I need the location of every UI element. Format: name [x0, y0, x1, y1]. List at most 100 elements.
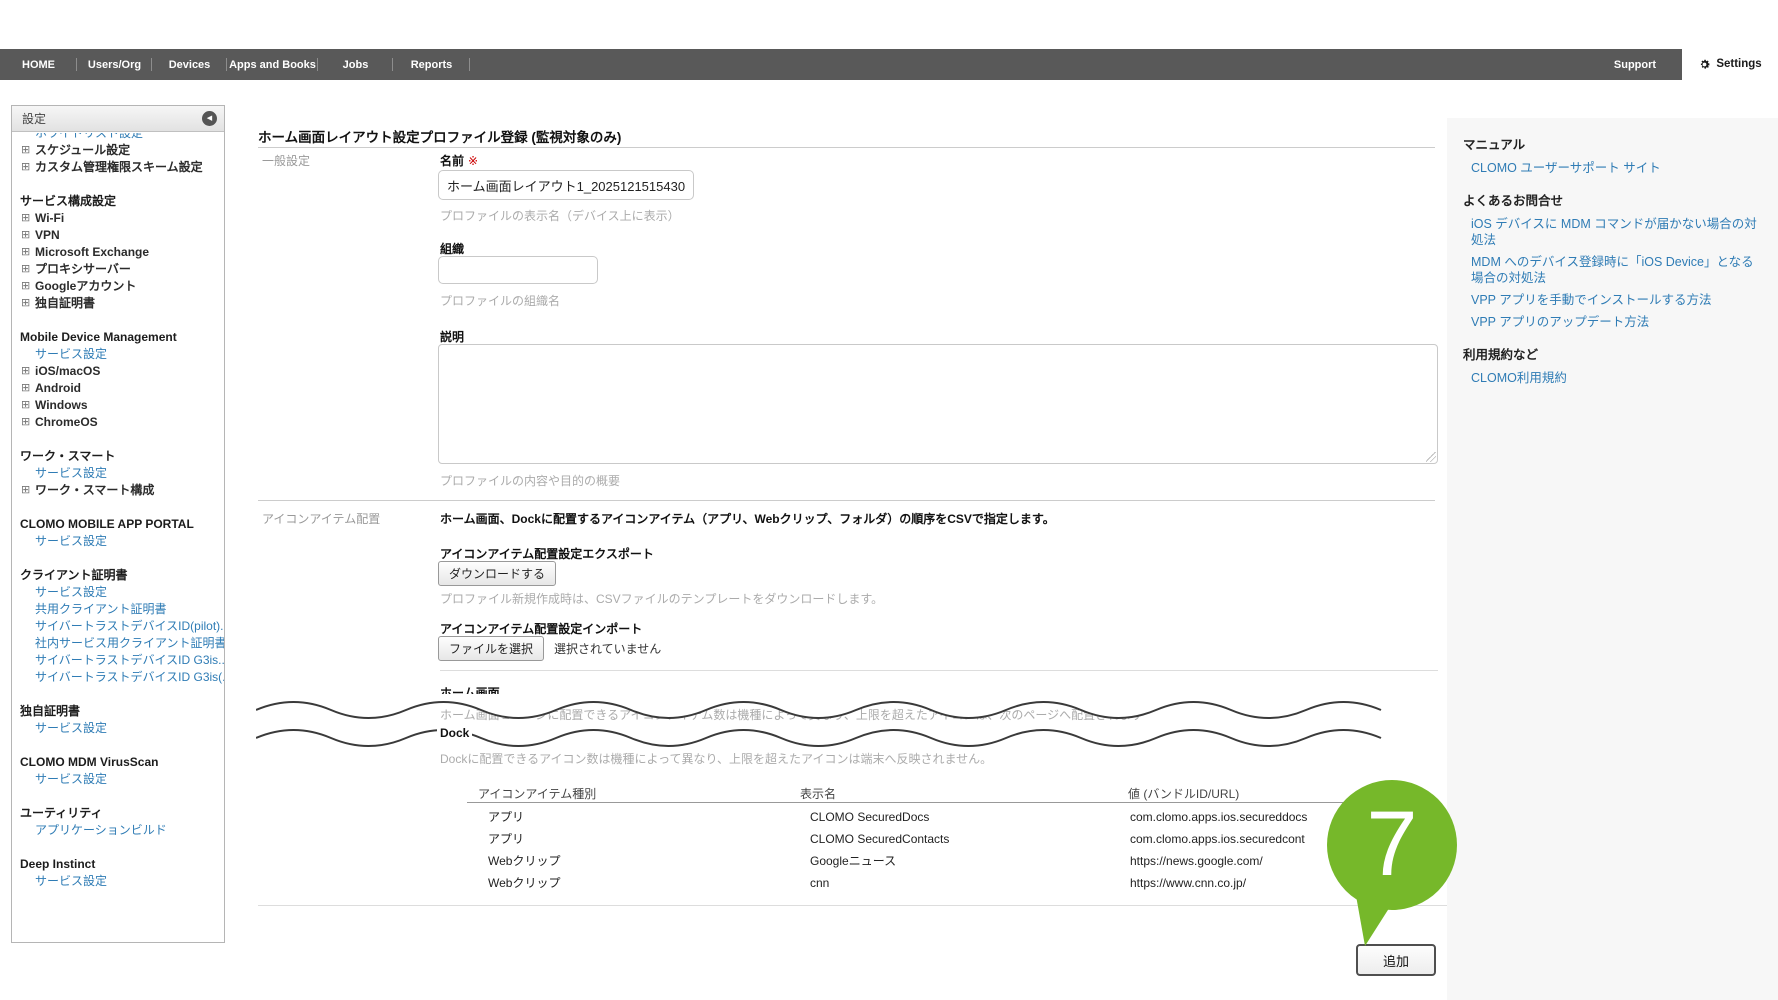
plus-box-icon[interactable]: ⊞ [21, 295, 30, 312]
table-row: アプリ CLOMO SecuredContacts com.clomo.apps… [258, 828, 1438, 850]
cell-display-name: CLOMO SecuredContacts [810, 832, 950, 846]
sidebar-item-label: プロキシサーバー [35, 262, 131, 276]
cell-display-name: cnn [810, 876, 830, 890]
sidebar-item[interactable]: ⊞ スケジュール設定 [12, 142, 224, 159]
plus-box-icon[interactable]: ⊞ [21, 380, 30, 397]
sidebar-item[interactable]: ⊞ サービス設定 [12, 465, 224, 482]
sidebar-item[interactable]: ⊞ 社内サービス用クライアント証明書 [12, 635, 224, 652]
sidebar-item[interactable]: ⊞ Microsoft Exchange [12, 244, 224, 261]
plus-box-icon[interactable]: ⊞ [21, 482, 30, 499]
section-label-icon-layout: アイコンアイテム配置 [262, 512, 381, 526]
help-link[interactable]: VPP アプリを手動でインストールする方法 [1471, 292, 1762, 308]
sidebar-item-label: 独自証明書 [20, 704, 81, 718]
section-label-general: 一般設定 [262, 154, 311, 168]
description-help-text: プロファイルの内容や目的の概要 [440, 474, 621, 488]
collapse-sidebar-button[interactable]: ◀ [202, 111, 217, 126]
sidebar-item[interactable]: ⊞ サイバートラストデバイスID G3is... [12, 652, 224, 669]
sidebar-item[interactable]: ⊞ Googleアカウント [12, 278, 224, 295]
nav-item[interactable]: Reports [393, 49, 470, 80]
column-header-value: 値 (バンドルID/URL) [1128, 787, 1240, 801]
sidebar-item[interactable]: ⊞ サービス設定 [12, 346, 224, 363]
help-link[interactable]: VPP アプリのアップデート方法 [1471, 314, 1762, 330]
sidebar-item[interactable]: ⊞ ホワイトリスト設定 [12, 133, 224, 142]
nav-item[interactable]: HOME [0, 49, 77, 80]
plus-box-icon[interactable]: ⊞ [21, 227, 30, 244]
sidebar-item[interactable]: ⊞ サービス設定 [12, 533, 224, 550]
annotation-step-number: 7 [1366, 793, 1418, 895]
sidebar-item-label: サービス設定 [35, 721, 108, 735]
sidebar-item[interactable]: ⊞ プロキシサーバー [12, 261, 224, 278]
help-link[interactable]: iOS デバイスに MDM コマンドが届かない場合の対処法 [1471, 216, 1762, 248]
required-mark: ※ [468, 154, 479, 168]
profile-name-input[interactable] [438, 170, 694, 200]
plus-box-icon[interactable]: ⊞ [21, 278, 30, 295]
nav-item[interactable]: Users/Org [77, 49, 152, 80]
sidebar-item[interactable]: ⊞ サービス設定 [12, 771, 224, 788]
sidebar-item[interactable]: ⊞ サービス設定 [12, 873, 224, 890]
sidebar-item: ⊞ [12, 499, 224, 516]
sidebar-item-label: Microsoft Exchange [35, 245, 150, 259]
sidebar-item-label: クライアント証明書 [20, 568, 128, 582]
sidebar-item[interactable]: ⊞ カスタム管理権限スキーム設定 [12, 159, 224, 176]
manual-links: CLOMO ユーザーサポート サイト [1471, 160, 1762, 176]
download-button[interactable]: ダウンロードする [438, 561, 557, 586]
organization-input[interactable] [438, 256, 598, 284]
sidebar-item[interactable]: ⊞ アプリケーションビルド [12, 822, 224, 839]
nav-item[interactable]: Apps and Books [227, 49, 318, 80]
description-textarea[interactable] [438, 344, 1438, 464]
sidebar-item[interactable]: ⊞ サービス設定 [12, 720, 224, 737]
plus-box-icon[interactable]: ⊞ [21, 142, 30, 159]
sidebar-item-label: ワーク・スマート [20, 449, 116, 463]
nav-support[interactable]: Support [1595, 49, 1675, 80]
help-link[interactable]: CLOMO ユーザーサポート サイト [1471, 160, 1762, 176]
description-field-label: 説明 [440, 330, 465, 344]
top-navigation-bar: HOME Users/Org Devices Apps and Books Jo… [0, 49, 1778, 80]
sidebar-item[interactable]: ⊞ サイバートラストデバイスID G3is(... [12, 669, 224, 686]
plus-box-icon[interactable]: ⊞ [21, 159, 30, 176]
plus-box-icon[interactable]: ⊞ [21, 363, 30, 380]
sidebar-item[interactable]: ⊞ Android [12, 380, 224, 397]
plus-box-icon[interactable]: ⊞ [21, 244, 30, 261]
sidebar-item[interactable]: ⊞ サイバートラストデバイスID(pilot)... [12, 618, 224, 635]
sidebar-item: ⊞ CLOMO MDM VirusScan [12, 754, 224, 771]
terms-section-header: 利用規約など [1463, 348, 1539, 362]
sidebar-item[interactable]: ⊞ Windows [12, 397, 224, 414]
sidebar-item: ⊞ [12, 176, 224, 193]
choose-file-button[interactable]: ファイルを選択 [438, 636, 545, 661]
sidebar-item-label: Windows [35, 398, 88, 412]
sidebar-item-label: スケジュール設定 [35, 143, 131, 157]
nav-settings-tab[interactable]: Settings [1682, 44, 1778, 84]
sidebar-item[interactable]: ⊞ iOS/macOS [12, 363, 224, 380]
sidebar-item[interactable]: ⊞ Wi-Fi [12, 210, 224, 227]
sidebar-item[interactable]: ⊞ ChromeOS [12, 414, 224, 431]
help-link[interactable]: CLOMO利用規約 [1471, 370, 1762, 386]
nav-menu: HOME Users/Org Devices Apps and Books Jo… [0, 49, 1778, 80]
sidebar-item-label: サイバートラストデバイスID G3is(... [35, 670, 224, 684]
nav-settings-label: Settings [1716, 58, 1762, 70]
help-link-label: VPP アプリを手動でインストールする方法 [1471, 293, 1712, 307]
sidebar-item: ⊞ CLOMO MOBILE APP PORTAL [12, 516, 224, 533]
nav-item[interactable]: Jobs [318, 49, 393, 80]
sidebar-item-label: サービス設定 [35, 585, 108, 599]
cell-bundle-value: https://www.cnn.co.jp/ [1130, 876, 1247, 890]
divider [258, 500, 1435, 501]
sidebar-item-label: 共用クライアント証明書 [35, 602, 167, 616]
plus-box-icon[interactable]: ⊞ [21, 414, 30, 431]
plus-box-icon[interactable]: ⊞ [21, 261, 30, 278]
gear-icon [1701, 59, 1710, 69]
file-import-row: ファイルを選択 選択されていません [438, 636, 661, 661]
help-link[interactable]: MDM へのデバイス登録時に「iOS Device」となる場合の対処法 [1471, 254, 1762, 286]
plus-box-icon[interactable]: ⊞ [21, 210, 30, 227]
plus-box-icon[interactable]: ⊞ [21, 397, 30, 414]
sidebar-item[interactable]: ⊞ ワーク・スマート構成 [12, 482, 224, 499]
sidebar-item[interactable]: ⊞ 独自証明書 [12, 295, 224, 312]
sidebar-item[interactable]: ⊞ 共用クライアント証明書 [12, 601, 224, 618]
sidebar-item-label: Googleアカウント [35, 279, 137, 293]
sidebar-item-label: VPN [35, 228, 60, 242]
sidebar-item-label: サービス構成設定 [20, 194, 117, 208]
sidebar-item[interactable]: ⊞ VPN [12, 227, 224, 244]
sidebar-item: ⊞ 独自証明書 [12, 703, 224, 720]
torn-screenshot-waves [256, 694, 1448, 758]
sidebar-item[interactable]: ⊞ サービス設定 [12, 584, 224, 601]
nav-item[interactable]: Devices [152, 49, 227, 80]
